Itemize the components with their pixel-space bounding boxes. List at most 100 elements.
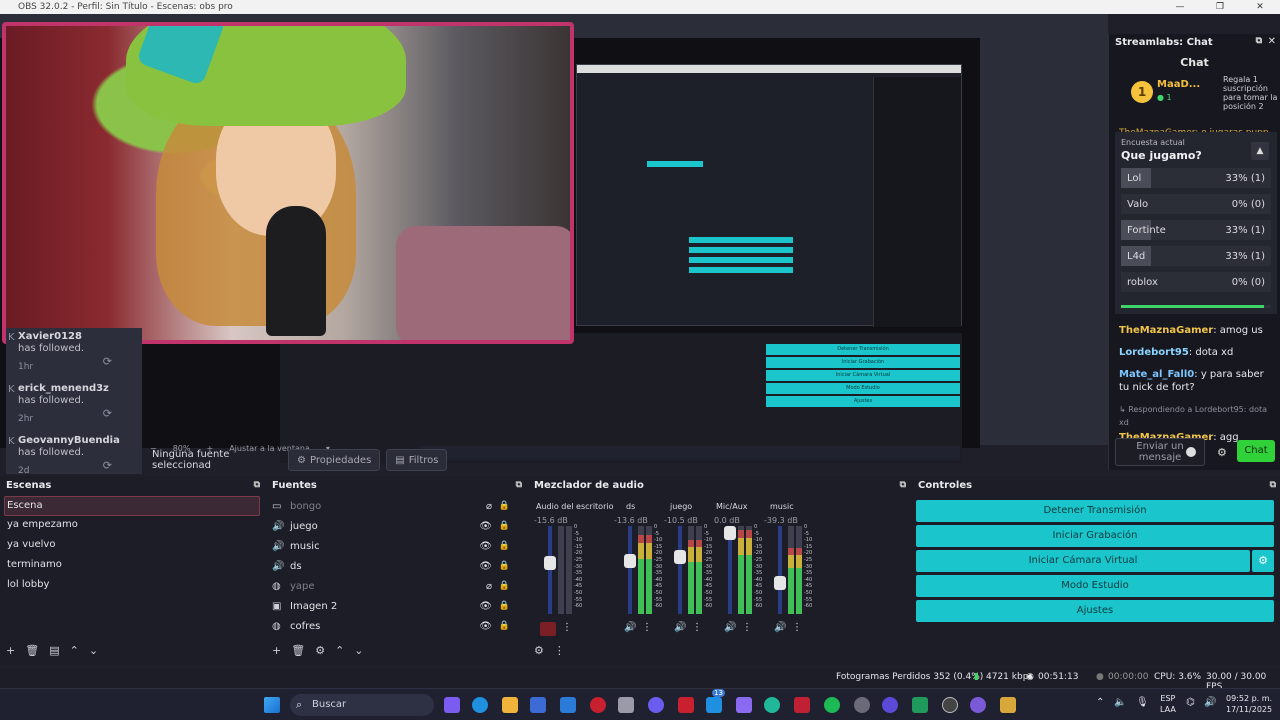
- filter-icon[interactable]: ▤: [49, 644, 59, 662]
- poll-option[interactable]: Fortinte 33% (1): [1121, 220, 1271, 240]
- start-virtual-camera-button[interactable]: Iniciar Cámara Virtual: [916, 550, 1250, 572]
- speaker-icon[interactable]: 🔊: [774, 622, 786, 633]
- eye-icon[interactable]: 👁: [479, 621, 492, 632]
- lock-icon[interactable]: 🔒: [499, 581, 510, 591]
- chat-input[interactable]: Enviar un mensaje: [1115, 438, 1205, 466]
- volume-handle[interactable]: [624, 554, 636, 568]
- virtual-camera-settings-icon[interactable]: ⚙: [1252, 550, 1274, 572]
- close-button[interactable]: ✕: [1240, 0, 1280, 14]
- poll-option[interactable]: Valo 0% (0): [1121, 194, 1271, 214]
- more-icon[interactable]: ⋮: [554, 644, 565, 662]
- trash-icon[interactable]: 🗑: [291, 644, 305, 662]
- add-icon[interactable]: +: [6, 644, 15, 662]
- more-icon[interactable]: ⋮: [742, 622, 752, 633]
- app-icon[interactable]: [678, 697, 694, 713]
- chat-send-button[interactable]: Chat: [1237, 440, 1275, 462]
- volume-handle[interactable]: [724, 526, 736, 540]
- poll-option[interactable]: roblox 0% (0): [1121, 272, 1271, 292]
- volume-slider[interactable]: [778, 526, 782, 614]
- app-icon[interactable]: [618, 697, 634, 713]
- more-icon[interactable]: ⋮: [642, 622, 652, 633]
- app-icon[interactable]: [970, 697, 986, 713]
- settings-icon[interactable]: [854, 697, 870, 713]
- more-icon[interactable]: ⋮: [562, 622, 572, 633]
- undock-icon[interactable]: ⧉: [516, 480, 522, 490]
- undock-icon[interactable]: ⧉: [1256, 36, 1262, 46]
- scene-item[interactable]: lol lobby: [0, 576, 264, 596]
- advanced-audio-icon[interactable]: ⚙: [534, 644, 544, 662]
- minimize-button[interactable]: —: [1160, 0, 1200, 14]
- language-indicator[interactable]: ESP LAA: [1160, 693, 1176, 715]
- opera-icon[interactable]: [590, 697, 606, 713]
- start-recording-button[interactable]: Iniciar Grabación: [916, 525, 1274, 547]
- source-item[interactable]: 🔊 music 👁 🔒: [266, 536, 526, 556]
- lock-icon[interactable]: 🔒: [499, 601, 510, 611]
- scene-item[interactable]: terminamo: [0, 556, 264, 576]
- source-item[interactable]: 🔊 ds 👁 🔒: [266, 556, 526, 576]
- gear-icon[interactable]: ⚙: [1217, 446, 1227, 459]
- lock-icon[interactable]: 🔒: [499, 621, 510, 631]
- taskbar-search[interactable]: ⌕ Buscar: [290, 694, 434, 716]
- scene-item[interactable]: ya vuelvo: [0, 536, 264, 556]
- app-icon[interactable]: [736, 697, 752, 713]
- source-item[interactable]: ▭ bongo ⌀ 🔒: [266, 496, 526, 516]
- undock-icon[interactable]: ⧉: [1270, 480, 1276, 490]
- network-icon[interactable]: ⌬: [1186, 697, 1195, 708]
- app-icon[interactable]: [882, 697, 898, 713]
- microphone-icon[interactable]: 🎙: [1136, 697, 1149, 708]
- volume-slider[interactable]: [678, 526, 682, 614]
- store-icon[interactable]: [530, 697, 546, 713]
- app-icon[interactable]: [912, 697, 928, 713]
- arrow-up-icon[interactable]: ⌃: [70, 644, 79, 662]
- filters-button[interactable]: ▤ Filtros: [386, 449, 448, 471]
- replay-icon[interactable]: ⟳: [103, 356, 112, 368]
- speaker-icon[interactable]: 🔊: [674, 622, 686, 633]
- volume-handle[interactable]: [674, 550, 686, 564]
- more-icon[interactable]: ⋮: [792, 622, 802, 633]
- poll-option[interactable]: L4d 33% (1): [1121, 246, 1271, 266]
- settings-button[interactable]: Ajustes: [916, 600, 1274, 622]
- eye-off-icon[interactable]: ⌀: [486, 581, 492, 592]
- arrow-down-icon[interactable]: ⌄: [89, 644, 98, 662]
- app-icon[interactable]: [1000, 697, 1016, 713]
- chevron-up-icon[interactable]: ⌃: [1096, 697, 1104, 708]
- eye-icon[interactable]: 👁: [479, 541, 492, 552]
- arrow-down-icon[interactable]: ⌄: [354, 644, 363, 662]
- undock-icon[interactable]: ⧉: [900, 480, 906, 490]
- poll-option[interactable]: Lol 33% (1): [1121, 168, 1271, 188]
- volume-slider[interactable]: [548, 526, 552, 614]
- source-item[interactable]: ◍ cofres 👁 🔒: [266, 616, 526, 636]
- obs-icon[interactable]: [942, 697, 958, 713]
- replay-icon[interactable]: ⟳: [103, 460, 112, 472]
- close-icon[interactable]: ✕: [1268, 36, 1276, 47]
- messenger-icon[interactable]: 13: [706, 689, 725, 713]
- app-icon[interactable]: [764, 697, 780, 713]
- eye-icon[interactable]: 👁: [479, 601, 492, 612]
- file-explorer-icon[interactable]: [502, 697, 518, 713]
- lock-icon[interactable]: 🔒: [499, 561, 510, 571]
- scene-item[interactable]: Escena: [4, 496, 260, 516]
- studio-mode-button[interactable]: Modo Estudio: [916, 575, 1274, 597]
- gear-icon[interactable]: ⚙: [315, 644, 325, 662]
- more-icon[interactable]: ⋮: [692, 622, 702, 633]
- lock-icon[interactable]: 🔒: [499, 521, 510, 531]
- discord-icon[interactable]: [648, 697, 664, 713]
- undock-icon[interactable]: ⧉: [254, 480, 260, 490]
- maximize-button[interactable]: ❐: [1200, 0, 1240, 14]
- speaker-icon[interactable]: 🔊: [724, 622, 736, 633]
- speaker-icon[interactable]: 🔈: [1114, 697, 1126, 708]
- lock-icon[interactable]: 🔒: [499, 541, 510, 551]
- volume-icon[interactable]: 🔊: [1204, 697, 1216, 708]
- volume-handle[interactable]: [774, 576, 786, 590]
- preview-area[interactable]: Detener Transmisión Iniciar Grabación In…: [0, 14, 1108, 463]
- source-item[interactable]: ◍ yape ⌀ 🔒: [266, 576, 526, 596]
- spotify-icon[interactable]: [824, 697, 840, 713]
- eye-icon[interactable]: 👁: [479, 561, 492, 572]
- replay-icon[interactable]: ⟳: [103, 408, 112, 420]
- trash-icon[interactable]: 🗑: [25, 644, 39, 662]
- volume-handle[interactable]: [544, 556, 556, 570]
- scene-item[interactable]: ya empezamo: [0, 516, 264, 536]
- app-icon[interactable]: [794, 697, 810, 713]
- edge-icon[interactable]: [472, 697, 488, 713]
- clock[interactable]: 09:52 p. m. 17/11/2025: [1226, 693, 1272, 715]
